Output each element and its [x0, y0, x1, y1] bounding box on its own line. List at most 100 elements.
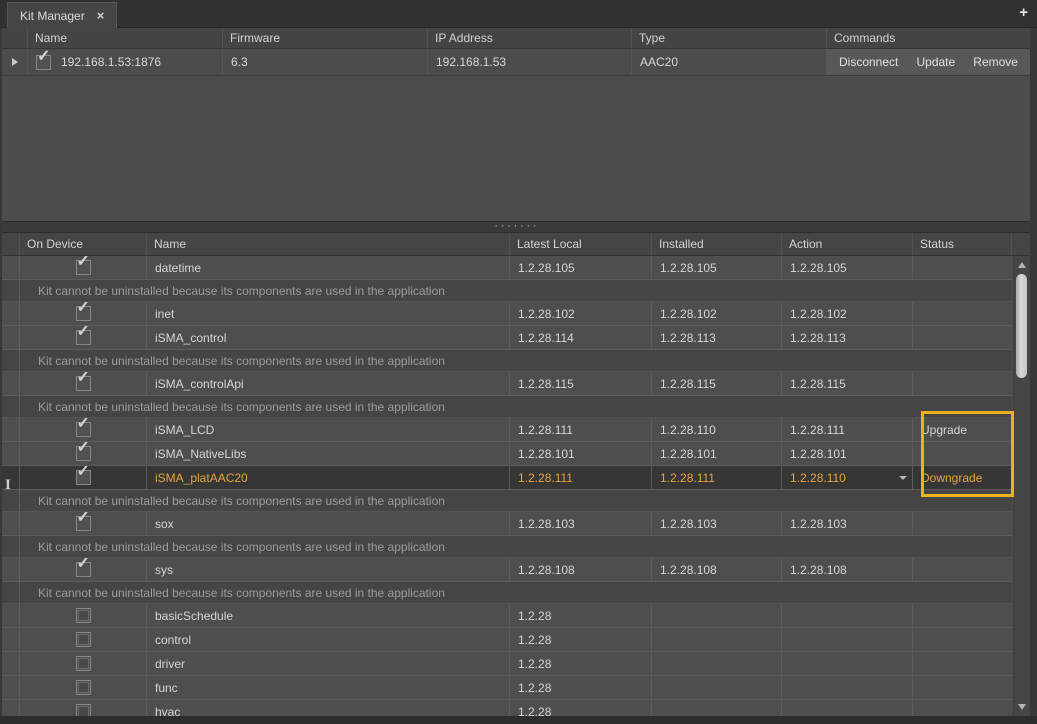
kit-column-on-device[interactable]: On Device: [20, 233, 147, 255]
kit-row[interactable]: ✓ iSMA_NativeLibs 1.2.28.101 1.2.28.101 …: [2, 442, 1012, 466]
scroll-up-icon[interactable]: [1018, 262, 1026, 268]
kit-manager-window: Kit Manager × + Name Firmware IP Address…: [0, 0, 1037, 724]
device-column-name[interactable]: Name: [28, 28, 223, 48]
device-commands-cell: Disconnect Update Remove: [827, 49, 1030, 75]
device-column-firmware[interactable]: Firmware: [223, 28, 428, 48]
kit-row[interactable]: ✓ iSMA_controlApi 1.2.28.115 1.2.28.115 …: [2, 372, 1012, 396]
device-column-type[interactable]: Type: [632, 28, 827, 48]
uninstall-message: Kit cannot be uninstalled because its co…: [20, 490, 1012, 511]
on-device-cell: ✓: [20, 372, 147, 395]
kit-row[interactable]: ✓ sox 1.2.28.103 1.2.28.103 1.2.28.103: [2, 512, 1012, 536]
kit-row[interactable]: control 1.2.28: [2, 628, 1012, 652]
check-mark-icon: ✓: [77, 466, 90, 480]
on-device-checkbox[interactable]: ✓: [76, 422, 91, 437]
disconnect-button[interactable]: Disconnect: [839, 55, 898, 69]
kit-row[interactable]: driver 1.2.28: [2, 652, 1012, 676]
on-device-checkbox[interactable]: ✓: [76, 376, 91, 391]
scroll-down-icon[interactable]: [1018, 704, 1026, 710]
uninstall-message: Kit cannot be uninstalled because its co…: [20, 350, 1012, 371]
kit-row[interactable]: ✓ datetime 1.2.28.105 1.2.28.105 1.2.28.…: [2, 256, 1012, 280]
on-device-checkbox[interactable]: [76, 608, 91, 623]
kit-row[interactable]: func 1.2.28: [2, 676, 1012, 700]
check-mark-icon: ✓: [37, 49, 50, 65]
device-ip: 192.168.1.53: [428, 49, 632, 75]
kit-row[interactable]: hvac 1.2.28: [2, 700, 1012, 716]
kit-row[interactable]: ✓ sys 1.2.28.108 1.2.28.108 1.2.28.108: [2, 558, 1012, 582]
kit-action-value: 1.2.28.111: [790, 423, 845, 437]
on-device-checkbox[interactable]: ✓: [76, 470, 91, 485]
kit-row[interactable]: ✓ inet 1.2.28.102 1.2.28.102 1.2.28.102: [2, 302, 1012, 326]
kit-action-cell[interactable]: [782, 700, 913, 716]
kit-name: datetime: [147, 256, 510, 279]
on-device-checkbox[interactable]: ✓: [76, 446, 91, 461]
vertical-scrollbar[interactable]: [1013, 256, 1030, 716]
on-device-checkbox[interactable]: [76, 656, 91, 671]
kit-message-row: Kit cannot be uninstalled because its co…: [2, 350, 1012, 372]
kit-action-cell[interactable]: [782, 604, 913, 627]
kit-action-cell[interactable]: 1.2.28.103: [782, 512, 913, 535]
device-column-ip[interactable]: IP Address: [428, 28, 632, 48]
kit-row[interactable]: ✓ iSMA_control 1.2.28.114 1.2.28.113 1.2…: [2, 326, 1012, 350]
row-gutter: [2, 396, 20, 417]
kit-column-status[interactable]: Status: [913, 233, 1012, 255]
kit-action-cell[interactable]: [782, 676, 913, 699]
kit-action-cell[interactable]: 1.2.28.105: [782, 256, 913, 279]
tab-close-icon[interactable]: ×: [97, 9, 105, 22]
uninstall-message: Kit cannot be uninstalled because its co…: [20, 396, 1012, 417]
kit-status: [913, 256, 1012, 279]
kit-action-cell[interactable]: 1.2.28.111: [782, 418, 913, 441]
kit-name: basicSchedule: [147, 604, 510, 627]
kit-installed: 1.2.28.115: [652, 372, 782, 395]
kit-action-cell[interactable]: 1.2.28.113: [782, 326, 913, 349]
row-gutter: [2, 652, 20, 675]
update-button[interactable]: Update: [916, 55, 955, 69]
on-device-checkbox[interactable]: ✓: [76, 330, 91, 345]
kit-action-cell[interactable]: [782, 628, 913, 651]
window-bottom-edge: [0, 716, 1037, 724]
kit-installed: [652, 676, 782, 699]
row-gutter: [2, 604, 20, 627]
on-device-checkbox[interactable]: ✓: [76, 260, 91, 275]
device-row[interactable]: ✓ 192.168.1.53:1876 6.3 192.168.1.53 AAC…: [2, 49, 1030, 76]
splitter-handle[interactable]: ·······: [2, 222, 1030, 233]
kit-action-cell[interactable]: 1.2.28.115: [782, 372, 913, 395]
device-column-commands[interactable]: Commands: [827, 28, 1030, 48]
on-device-cell: ✓: [20, 302, 147, 325]
action-dropdown-icon[interactable]: [899, 476, 907, 480]
kit-latest-local: 1.2.28: [510, 652, 652, 675]
kit-row[interactable]: ✓ iSMA_LCD 1.2.28.111 1.2.28.110 1.2.28.…: [2, 418, 1012, 442]
splitter-grip-icon: ·······: [494, 225, 539, 230]
kit-action-value: 1.2.28.108: [790, 563, 847, 577]
on-device-checkbox[interactable]: ✓: [76, 516, 91, 531]
uninstall-message: Kit cannot be uninstalled because its co…: [20, 280, 1012, 301]
kit-installed: [652, 604, 782, 627]
kit-action-cell[interactable]: 1.2.28.108: [782, 558, 913, 581]
kit-action-cell[interactable]: [782, 652, 913, 675]
scrollbar-thumb[interactable]: [1016, 274, 1027, 378]
on-device-checkbox[interactable]: [76, 680, 91, 695]
on-device-cell: [20, 676, 147, 699]
device-type: AAC20: [632, 49, 827, 75]
device-checkbox[interactable]: ✓: [36, 55, 51, 70]
add-tab-button[interactable]: +: [1019, 5, 1028, 20]
on-device-checkbox[interactable]: ✓: [76, 306, 91, 321]
kit-action-cell[interactable]: 1.2.28.110: [782, 466, 913, 489]
check-mark-icon: ✓: [77, 418, 90, 432]
kit-action-cell[interactable]: 1.2.28.101: [782, 442, 913, 465]
tab-kit-manager[interactable]: Kit Manager ×: [7, 2, 117, 28]
kit-latest-local: 1.2.28.108: [510, 558, 652, 581]
kit-action-value: 1.2.28.105: [790, 261, 847, 275]
on-device-checkbox[interactable]: ✓: [76, 562, 91, 577]
kit-column-latest-local[interactable]: Latest Local: [510, 233, 652, 255]
kit-column-name[interactable]: Name: [147, 233, 510, 255]
check-mark-icon: ✓: [77, 512, 90, 526]
kit-row[interactable]: basicSchedule 1.2.28: [2, 604, 1012, 628]
kit-column-installed[interactable]: Installed: [652, 233, 782, 255]
kit-action-cell[interactable]: 1.2.28.102: [782, 302, 913, 325]
kit-row[interactable]: ✓ iSMA_platAAC20 1.2.28.111 1.2.28.111 1…: [2, 466, 1012, 490]
on-device-checkbox[interactable]: [76, 704, 91, 716]
row-selector-gutter: [2, 49, 28, 75]
on-device-checkbox[interactable]: [76, 632, 91, 647]
remove-button[interactable]: Remove: [973, 55, 1018, 69]
kit-column-action[interactable]: Action: [782, 233, 913, 255]
